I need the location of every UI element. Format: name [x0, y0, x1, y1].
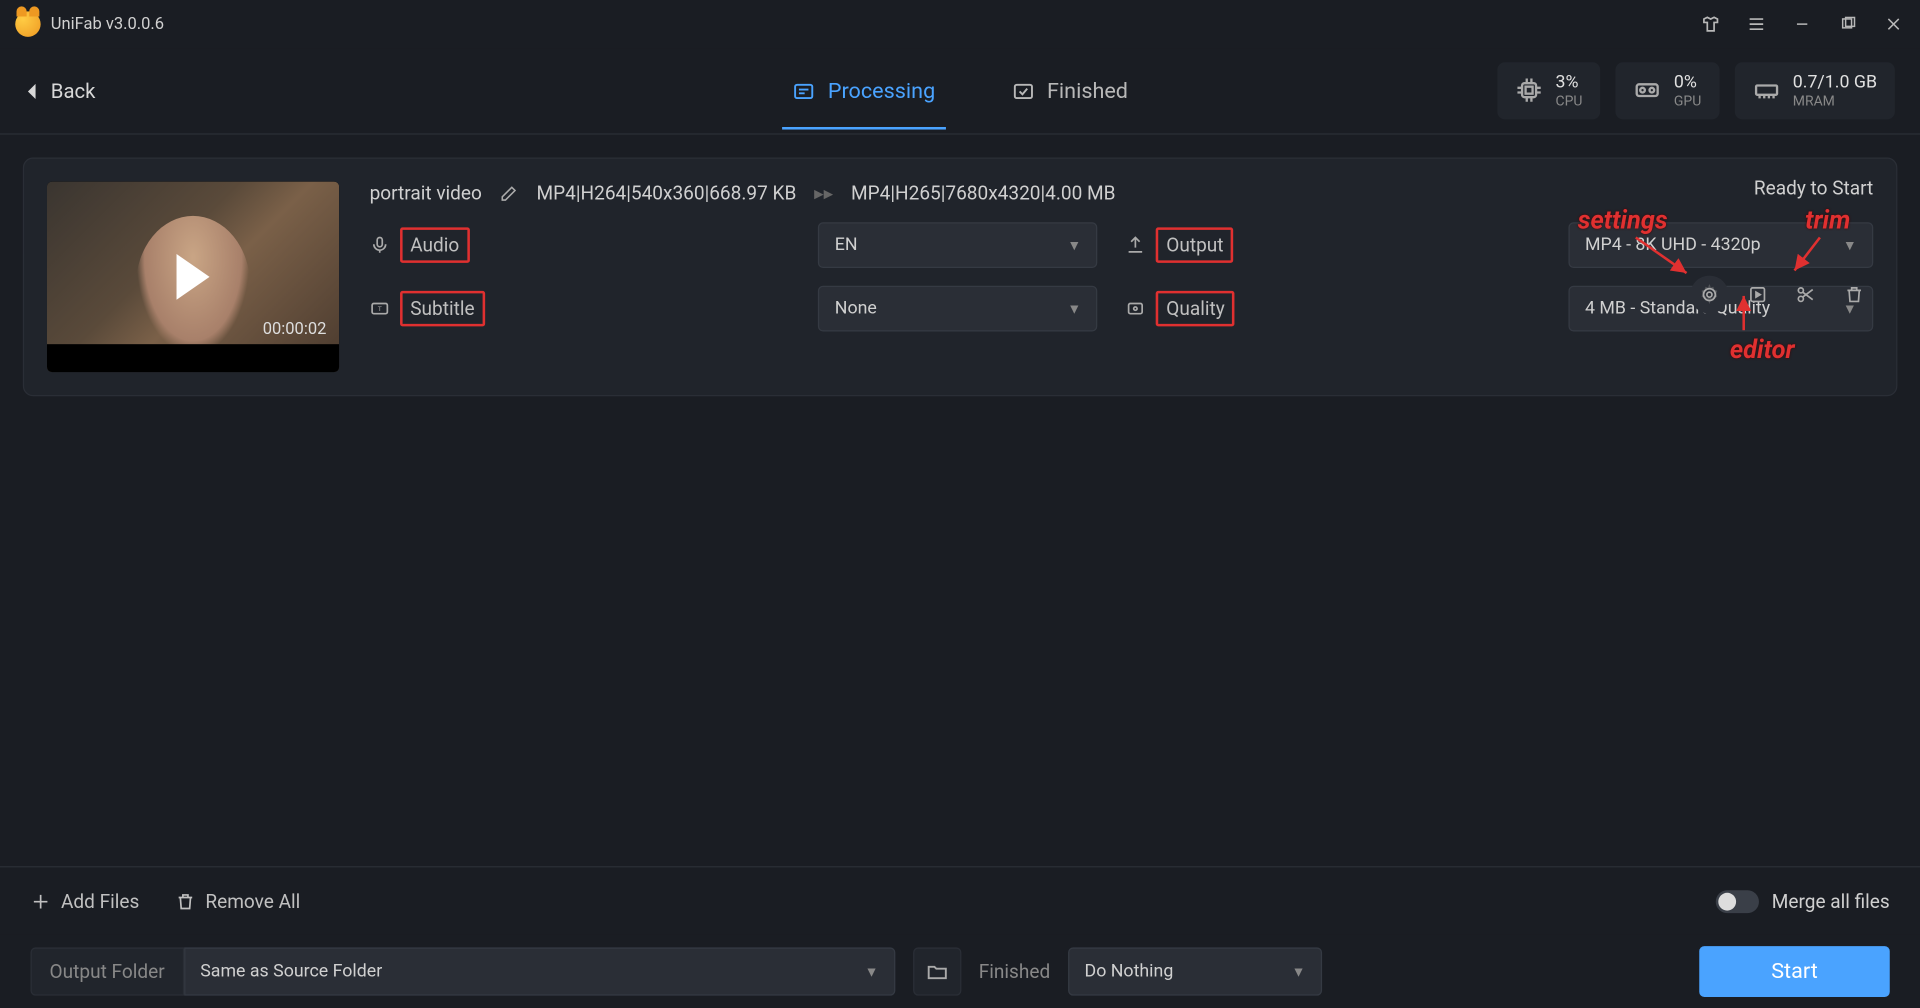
video-duration: 00:00:02 [263, 320, 327, 339]
close-button[interactable] [1882, 13, 1905, 36]
source-info: MP4|H264|540x360|668.97 KB [537, 182, 797, 205]
maximize-button[interactable] [1836, 13, 1859, 36]
item-status: Ready to Start [1690, 177, 1873, 200]
upload-icon [1126, 235, 1146, 255]
tab-processing-label: Processing [828, 78, 935, 103]
output-label: Output [1126, 227, 1541, 263]
output-folder-label: Output Folder [30, 947, 183, 995]
trim-button[interactable] [1787, 276, 1825, 314]
svg-text:T: T [378, 305, 382, 313]
start-label: Start [1771, 959, 1818, 984]
arrow-icon: ▸▸ [814, 182, 833, 205]
ram-value: 0.7/1.0 GB [1793, 72, 1877, 93]
add-files-button[interactable]: Add Files [30, 890, 139, 913]
gpu-label: GPU [1674, 93, 1701, 110]
editor-button[interactable] [1739, 276, 1777, 314]
play-box-icon [1748, 284, 1768, 304]
ram-stat: 0.7/1.0 GBMRAM [1734, 62, 1894, 120]
play-icon [177, 254, 210, 300]
audio-select[interactable]: EN▼ [818, 222, 1097, 268]
processing-icon [792, 79, 815, 102]
cpu-icon [1515, 77, 1543, 105]
edit-name-icon[interactable] [500, 184, 519, 203]
cpu-label: CPU [1556, 93, 1583, 110]
mic-icon [370, 235, 390, 255]
quality-label: Quality [1126, 291, 1541, 327]
delete-item-button[interactable] [1835, 276, 1873, 314]
cpu-stat: 3%CPU [1497, 62, 1600, 120]
cpu-value: 3% [1556, 72, 1583, 93]
plus-icon [30, 891, 50, 911]
ram-icon [1752, 77, 1780, 105]
subtitle-select[interactable]: None▼ [818, 286, 1097, 332]
audio-label: Audio [370, 227, 791, 263]
gear-icon [1699, 284, 1719, 304]
scissors-icon [1796, 284, 1816, 304]
ram-label: MRAM [1793, 93, 1877, 110]
remove-all-button[interactable]: Remove All [175, 890, 300, 913]
shirt-icon[interactable] [1699, 13, 1722, 36]
dest-info: MP4|H265|7680x4320|4.00 MB [851, 182, 1115, 205]
tab-processing[interactable]: Processing [792, 53, 935, 129]
video-thumbnail[interactable]: 00:00:02 [47, 182, 339, 372]
merge-label: Merge all files [1772, 890, 1890, 913]
browse-folder-button[interactable] [913, 947, 961, 995]
trash-icon [1844, 284, 1864, 304]
folder-icon [925, 960, 948, 983]
tab-finished-label: Finished [1047, 78, 1128, 103]
gpu-stat: 0%GPU [1615, 62, 1719, 120]
merge-toggle[interactable] [1716, 890, 1759, 913]
add-files-label: Add Files [61, 890, 139, 913]
output-bar: Output Folder Same as Source Folder▼ Fin… [0, 935, 1920, 1008]
tab-finished[interactable]: Finished [1011, 53, 1128, 129]
output-folder-select[interactable]: Same as Source Folder▼ [184, 947, 895, 995]
header: Back Processing Finished 3%CPU 0%GPU [0, 48, 1920, 134]
subtitle-label: T Subtitle [370, 291, 791, 327]
minimize-button[interactable] [1791, 13, 1814, 36]
menu-icon[interactable] [1745, 13, 1768, 36]
gpu-icon [1633, 77, 1661, 105]
titlebar: UniFab v3.0.0.6 [0, 0, 1920, 48]
app-logo-icon [15, 11, 40, 36]
finished-label: Finished [979, 960, 1050, 983]
back-button[interactable]: Back [25, 79, 95, 103]
app-title: UniFab v3.0.0.6 [51, 15, 164, 34]
bottom-toolbar: Add Files Remove All Merge all files [0, 866, 1920, 935]
settings-button[interactable] [1690, 276, 1728, 314]
gpu-value: 0% [1674, 72, 1701, 93]
quality-icon [1126, 298, 1146, 318]
finished-icon [1011, 79, 1034, 102]
video-item-card: 00:00:02 portrait video MP4|H264|540x360… [23, 157, 1898, 396]
subtitle-icon: T [370, 298, 390, 318]
remove-all-label: Remove All [205, 890, 300, 913]
back-label: Back [51, 79, 96, 103]
video-name: portrait video [370, 182, 482, 205]
content: 00:00:02 portrait video MP4|H264|540x360… [0, 135, 1920, 867]
start-button[interactable]: Start [1699, 946, 1890, 997]
finished-action-select[interactable]: Do Nothing▼ [1068, 947, 1322, 995]
trash-icon [175, 891, 195, 911]
